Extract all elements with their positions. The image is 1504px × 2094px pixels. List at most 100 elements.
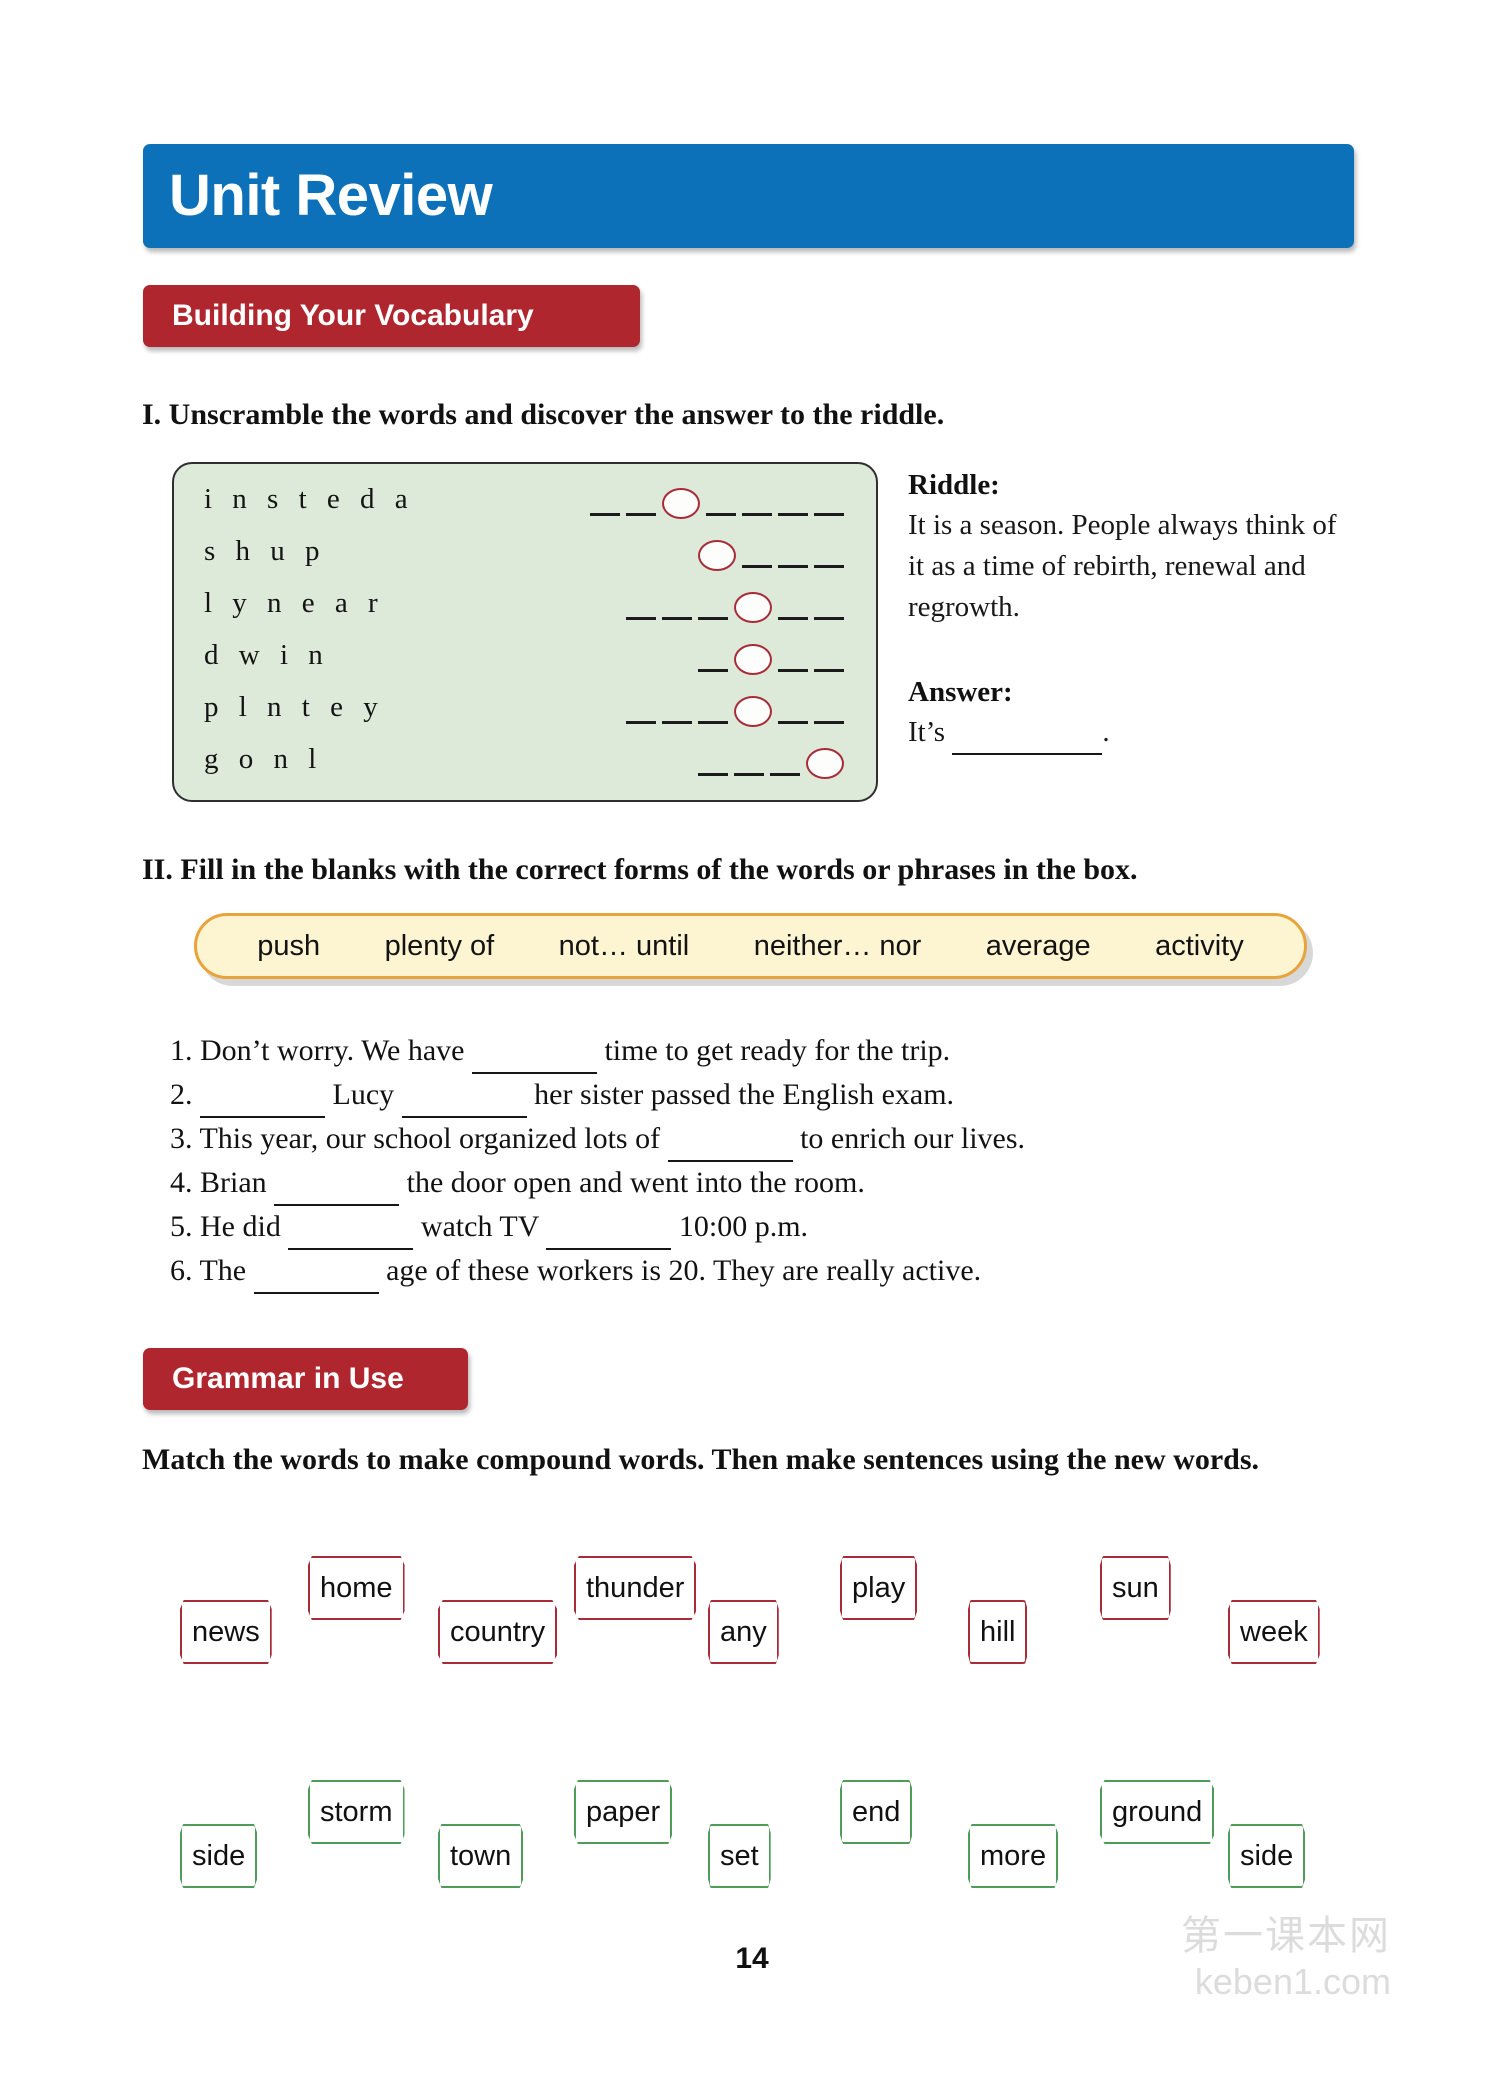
letter-blank[interactable] <box>626 617 656 620</box>
letter-blank[interactable] <box>778 721 808 724</box>
exercise-2-sentence-list: 1. Don’t worry. We have time to get read… <box>170 1030 1370 1294</box>
letter-blank[interactable] <box>814 669 844 672</box>
sentence-blank[interactable] <box>667 1118 793 1162</box>
sentence-text: the door open and went into the room. <box>399 1166 865 1199</box>
scrambled-word: s h u p <box>204 535 327 567</box>
key-letter-circle-icon[interactable] <box>734 644 772 675</box>
unscramble-row: p l n t e y <box>174 684 880 736</box>
compound-word-tile[interactable]: paper <box>574 1780 673 1844</box>
letter-blank[interactable] <box>698 617 728 620</box>
scrambled-word: g o n l <box>204 743 323 775</box>
scrambled-word: p l n t e y <box>204 691 385 723</box>
letter-blank[interactable] <box>590 513 620 516</box>
compound-word-tile[interactable]: set <box>708 1824 771 1888</box>
answer-slot-group[interactable] <box>698 528 844 574</box>
letter-blank[interactable] <box>814 721 844 724</box>
sentence-text: 2. <box>170 1078 200 1111</box>
compound-word-tile[interactable]: home <box>308 1556 405 1620</box>
word-bank-item[interactable]: plenty of <box>385 930 495 963</box>
exercise-2-sentence: 2. Lucy her sister passed the English ex… <box>170 1074 1370 1118</box>
compound-word-tile[interactable]: more <box>968 1824 1059 1888</box>
letter-blank[interactable] <box>742 513 772 516</box>
sentence-blank[interactable] <box>401 1074 527 1118</box>
sentence-blank[interactable] <box>253 1250 379 1294</box>
exercise-1-instruction: I. Unscramble the words and discover the… <box>142 398 945 431</box>
compound-word-tile[interactable]: news <box>180 1600 272 1664</box>
answer-slot-group[interactable] <box>626 580 844 626</box>
answer-slot-group[interactable] <box>698 632 844 678</box>
exercise-2-sentence: 3. This year, our school organized lots … <box>170 1118 1370 1162</box>
letter-blank[interactable] <box>734 773 764 776</box>
exercise-3-instruction: Match the words to make compound words. … <box>142 1443 1259 1476</box>
compound-word-tile[interactable]: country <box>438 1600 558 1664</box>
unscramble-box: i n s t e d a s h u p l y n e a r d w i n p … <box>172 462 878 802</box>
compound-word-tile[interactable]: storm <box>308 1780 405 1844</box>
letter-blank[interactable] <box>626 513 656 516</box>
letter-blank[interactable] <box>770 773 800 776</box>
word-bank-item[interactable]: average <box>986 930 1091 963</box>
key-letter-circle-icon[interactable] <box>734 592 772 623</box>
compound-word-tile[interactable]: side <box>180 1824 258 1888</box>
compound-word-tile[interactable]: sun <box>1100 1556 1171 1620</box>
sentence-text: watch TV <box>413 1210 547 1243</box>
unscramble-row: g o n l <box>174 736 880 788</box>
letter-blank[interactable] <box>626 721 656 724</box>
answer-slot-group[interactable] <box>590 476 844 522</box>
compound-word-tile[interactable]: play <box>840 1556 918 1620</box>
answer-slot-group[interactable] <box>698 736 844 782</box>
letter-blank[interactable] <box>698 721 728 724</box>
section-tab-building-your-vocabulary: Building Your Vocabulary <box>143 285 640 347</box>
compound-word-tile[interactable]: end <box>840 1780 913 1844</box>
sentence-blank[interactable] <box>471 1030 597 1074</box>
key-letter-circle-icon[interactable] <box>662 488 700 519</box>
letter-blank[interactable] <box>814 513 844 516</box>
riddle-label: Riddle: <box>908 469 1000 501</box>
compound-tiles-top-row: news home country thunder any play hill sun week <box>170 1556 1370 1686</box>
unscramble-row: d w i n <box>174 632 880 684</box>
answer-label: Answer: <box>908 676 1013 708</box>
compound-word-tile[interactable]: any <box>708 1600 779 1664</box>
word-bank-item[interactable]: push <box>257 930 320 963</box>
letter-blank[interactable] <box>778 617 808 620</box>
letter-blank[interactable] <box>814 617 844 620</box>
letter-blank[interactable] <box>698 773 728 776</box>
letter-blank[interactable] <box>662 617 692 620</box>
sentence-text: 1. Don’t worry. We have <box>170 1034 472 1067</box>
sentence-blank[interactable] <box>274 1162 400 1206</box>
compound-word-tile[interactable]: thunder <box>574 1556 697 1620</box>
word-bank-item[interactable]: activity <box>1155 930 1244 963</box>
letter-blank[interactable] <box>778 669 808 672</box>
answer-blank[interactable] <box>952 712 1103 755</box>
exercise-2-instruction: II. Fill in the blanks with the correct … <box>142 853 1138 886</box>
compound-word-tile[interactable]: week <box>1228 1600 1320 1664</box>
compound-word-tile[interactable]: hill <box>968 1600 1028 1664</box>
word-bank-item[interactable]: neither… nor <box>754 930 922 963</box>
answer-slot-group[interactable] <box>626 684 844 730</box>
compound-word-tile[interactable]: ground <box>1100 1780 1215 1844</box>
sentence-blank[interactable] <box>288 1206 414 1250</box>
scrambled-word: l y n e a r <box>204 587 385 619</box>
sentence-blank[interactable] <box>200 1074 325 1118</box>
exercise-2-sentence: 6. The age of these workers is 20. They … <box>170 1250 1370 1294</box>
unscramble-row: s h u p <box>174 528 880 580</box>
key-letter-circle-icon[interactable] <box>734 696 772 727</box>
key-letter-circle-icon[interactable] <box>698 540 736 571</box>
compound-word-tile[interactable]: town <box>438 1824 524 1888</box>
sentence-blank[interactable] <box>546 1206 672 1250</box>
letter-blank[interactable] <box>778 565 808 568</box>
word-bank-item[interactable]: not… until <box>559 930 690 963</box>
letter-blank[interactable] <box>662 721 692 724</box>
unit-review-banner: Unit Review <box>143 144 1354 248</box>
letter-blank[interactable] <box>742 565 772 568</box>
watermark-chinese: 第一课本网 <box>1181 1914 1391 1958</box>
section-tab-label: Building Your Vocabulary <box>172 299 534 332</box>
answer-prefix: It’s <box>908 716 946 748</box>
section-tab-grammar-in-use: Grammar in Use <box>143 1348 468 1410</box>
compound-word-tile[interactable]: side <box>1228 1824 1306 1888</box>
letter-blank[interactable] <box>814 565 844 568</box>
letter-blank[interactable] <box>706 513 736 516</box>
letter-blank[interactable] <box>698 669 728 672</box>
letter-blank[interactable] <box>778 513 808 516</box>
key-letter-circle-icon[interactable] <box>806 748 844 779</box>
sentence-text: 6. The <box>170 1254 254 1287</box>
